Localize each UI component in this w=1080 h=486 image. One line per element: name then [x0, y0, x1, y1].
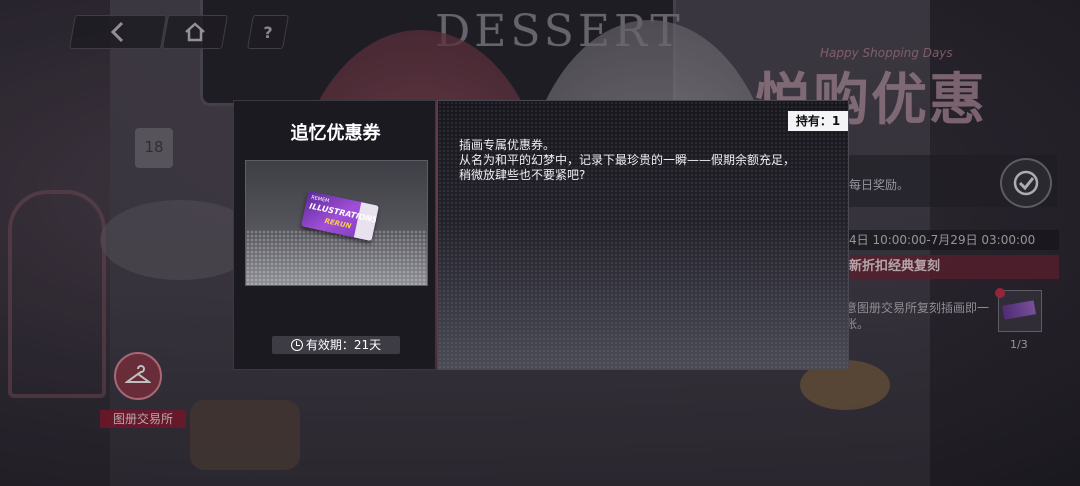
coupon-ticket-icon: REMEM ILLUSTRATIONS RERUN	[301, 190, 379, 242]
description-line: 稍微放肆些也不要紧吧?	[459, 168, 586, 182]
item-description-panel: 持有：1 插画专属优惠券。 从名为和平的幻梦中，记录下最珍贵的一瞬——假期余额充…	[437, 100, 849, 370]
item-title: 追忆优惠券	[290, 123, 381, 144]
clock-icon	[290, 339, 303, 351]
item-image: REMEM ILLUSTRATIONS RERUN	[245, 160, 428, 286]
item-description: 插画专属优惠券。 从名为和平的幻梦中，记录下最珍贵的一瞬——假期余额充足， 稍微…	[459, 138, 839, 183]
ticket-tag-text: RERUN	[323, 217, 352, 231]
item-detail-dialog: 追忆优惠券 REMEM ILLUSTRATIONS RERUN 有效期：21天 …	[233, 100, 849, 370]
item-panel: 追忆优惠券 REMEM ILLUSTRATIONS RERUN 有效期：21天	[233, 100, 436, 370]
owned-count-badge: 持有：1	[788, 111, 848, 131]
description-line: 插画专属优惠券。	[459, 138, 556, 152]
expiry-text: 有效期：21天	[305, 338, 382, 352]
expiry-badge: 有效期：21天	[272, 336, 400, 354]
description-line: 从名为和平的幻梦中，记录下最珍贵的一瞬——假期余额充足，	[459, 153, 796, 167]
